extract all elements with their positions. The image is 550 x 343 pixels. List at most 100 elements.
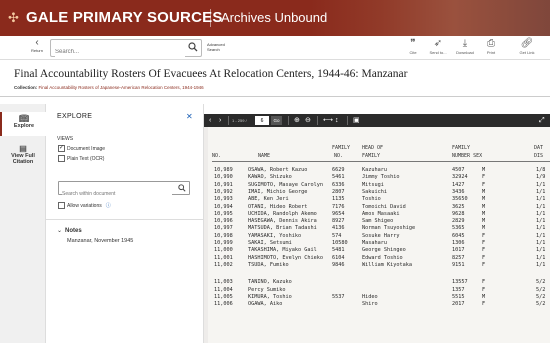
roster-cell-sex: F	[482, 181, 486, 188]
view-option-label: Document Image	[67, 145, 106, 152]
roster-cell-no: 10,991	[214, 181, 233, 188]
search-icon[interactable]	[188, 42, 198, 52]
allow-variations-option[interactable]: Allow variations ⓘ	[58, 202, 111, 210]
roster-page: NO. NAME FAMILY NO. HEAD OF FAMILY FAMIL…	[208, 127, 550, 343]
roster-cell-num: 5515	[452, 293, 465, 300]
views-label: VIEWS	[57, 136, 74, 142]
send-to-label: Send to...	[429, 50, 447, 55]
panel-divider	[46, 219, 203, 220]
return-button[interactable]: ‹ Return	[28, 37, 46, 54]
toolbar-divider	[288, 116, 289, 125]
roster-cell-name: KIMURA, Toshio	[248, 293, 292, 300]
search-icon[interactable]	[178, 184, 186, 192]
zoom-in-icon[interactable]: ⊕	[294, 116, 300, 125]
allow-variations-label: Allow variations	[67, 203, 102, 209]
roster-cell-date: 1/1	[536, 188, 546, 195]
roster-cell-fam: 5537	[332, 293, 345, 300]
banner-photo	[310, 0, 550, 36]
notes-toggle[interactable]: ⌄ Notes	[57, 227, 82, 234]
go-button[interactable]: Go	[271, 116, 282, 125]
chevron-down-icon: ⌄	[57, 228, 63, 234]
collection-label: Collection:	[14, 85, 38, 90]
roster-cell-date: 1/8	[536, 167, 546, 173]
roster-cell-date: 1/1	[536, 247, 546, 254]
advanced-search-link[interactable]: Advanced Search	[207, 42, 227, 52]
roster-cell-date: 1/9	[536, 174, 546, 181]
roster-cell-num: 3436	[452, 188, 465, 195]
roster-cell-num: 8257	[452, 254, 465, 261]
print-button[interactable]: ⎙ Print	[480, 38, 502, 55]
roster-cell-name: UCHIDA, Randolph Akemo	[248, 210, 317, 217]
roster-cell-no: 10,990	[214, 174, 233, 181]
header-famnum-top: FAMILY	[452, 145, 471, 151]
close-icon[interactable]: ✕	[186, 112, 193, 121]
roster-cell-no: 11,004	[214, 286, 233, 293]
fit-height-icon[interactable]: ↕	[335, 116, 339, 125]
roster-cell-sex: F	[482, 247, 486, 254]
roster-cell-sex: M	[482, 167, 486, 173]
view-plain-text-option[interactable]: Plain Text (OCR)	[58, 155, 104, 162]
roster-cell-fam: 7176	[332, 203, 345, 210]
roster-cell-sex: M	[482, 196, 486, 203]
roster-cell-num: 1306	[452, 240, 465, 246]
fit-width-icon[interactable]: ⟷	[323, 116, 333, 125]
product-name-link[interactable]: Archives Unbound	[221, 10, 327, 25]
toolbar-divider	[317, 116, 318, 125]
checkbox[interactable]	[58, 202, 65, 210]
roster-cell-num: 6045	[452, 232, 465, 239]
page-number-input[interactable]	[255, 116, 269, 125]
zoom-out-icon[interactable]: ⊖	[305, 116, 311, 125]
send-icon: ➶	[433, 38, 443, 49]
get-link-button[interactable]: 🔗︎ Get Link	[516, 38, 538, 55]
cite-icon: ❞	[410, 38, 416, 49]
roster-cell-date: 1/1	[536, 254, 546, 261]
checkbox[interactable]	[58, 155, 65, 162]
roster-cell-no: 10,995	[214, 210, 233, 217]
view-document-image-option[interactable]: ✓ Document Image	[58, 145, 105, 152]
roster-cell-num: 4507	[452, 167, 465, 173]
roster-cell-head: Shiro	[362, 301, 378, 308]
view-option-label: Plain Text (OCR)	[67, 155, 105, 162]
collection-link[interactable]: Final Accountability Rosters of Japanese…	[39, 85, 204, 90]
title-divider	[0, 96, 550, 97]
search-within-input[interactable]	[62, 189, 172, 199]
roster-cell-fam: 5481	[332, 247, 345, 254]
rail-explore-button[interactable]: 📖︎ Explore	[0, 112, 46, 136]
fullscreen-icon[interactable]: ⤢	[539, 116, 545, 125]
left-rail: 📖︎ Explore ▤ View Full Citation	[0, 104, 46, 343]
chevron-left-icon: ‹	[35, 37, 39, 48]
roster-cell-name: IMAI, Michio George	[248, 188, 308, 195]
notes-text: Manzanar, November 1945	[67, 238, 134, 244]
roster-cell-head: Mitsugi	[362, 181, 384, 188]
link-icon: 🔗︎	[520, 38, 534, 49]
explore-title: EXPLORE	[57, 113, 93, 120]
roster-cell-sex: M	[482, 293, 486, 300]
roster-cell-date: 1/1	[536, 232, 546, 239]
info-icon[interactable]: ⓘ	[106, 203, 111, 209]
cite-button[interactable]: ❞ Cite	[402, 38, 424, 55]
search-input[interactable]	[55, 45, 185, 59]
next-page-icon[interactable]: ›	[219, 116, 221, 125]
send-to-button[interactable]: ➶ Send to...	[427, 38, 449, 55]
roster-cell-no: 11,002	[214, 261, 233, 268]
roster-cell-fam: 10580	[332, 240, 348, 246]
roster-cell-fam: 6104	[332, 254, 345, 261]
toolbar-divider	[228, 116, 229, 125]
image-icon[interactable]: ▣	[353, 116, 360, 125]
download-button[interactable]: ⤓ Download	[454, 38, 476, 55]
roster-cell-name: HASHIMOTO, Evelyn Chieko	[248, 254, 323, 261]
roster-cell-fam: 1135	[332, 196, 345, 203]
rail-explore-label: Explore	[13, 123, 35, 129]
rail-citation-button[interactable]: ▤ View Full Citation	[0, 142, 46, 165]
checkbox-checked[interactable]: ✓	[58, 145, 65, 152]
download-label: Download	[456, 50, 474, 55]
citation-icon: ▤	[19, 144, 27, 153]
prev-page-icon[interactable]: ‹	[209, 116, 211, 125]
roster-cell-fam: 5461	[332, 174, 345, 181]
gale-logo-text[interactable]: GALE PRIMARY SOURCES	[26, 9, 223, 26]
document-image-viewer[interactable]: NO. NAME FAMILY NO. HEAD OF FAMILY FAMIL…	[204, 127, 550, 343]
roster-cell-num: 5365	[452, 225, 465, 232]
roster-cell-date: 5/2	[536, 286, 546, 293]
roster-cell-date: 1/1	[536, 261, 546, 268]
roster-cell-name: KAWAO, Shizuko	[248, 174, 292, 181]
